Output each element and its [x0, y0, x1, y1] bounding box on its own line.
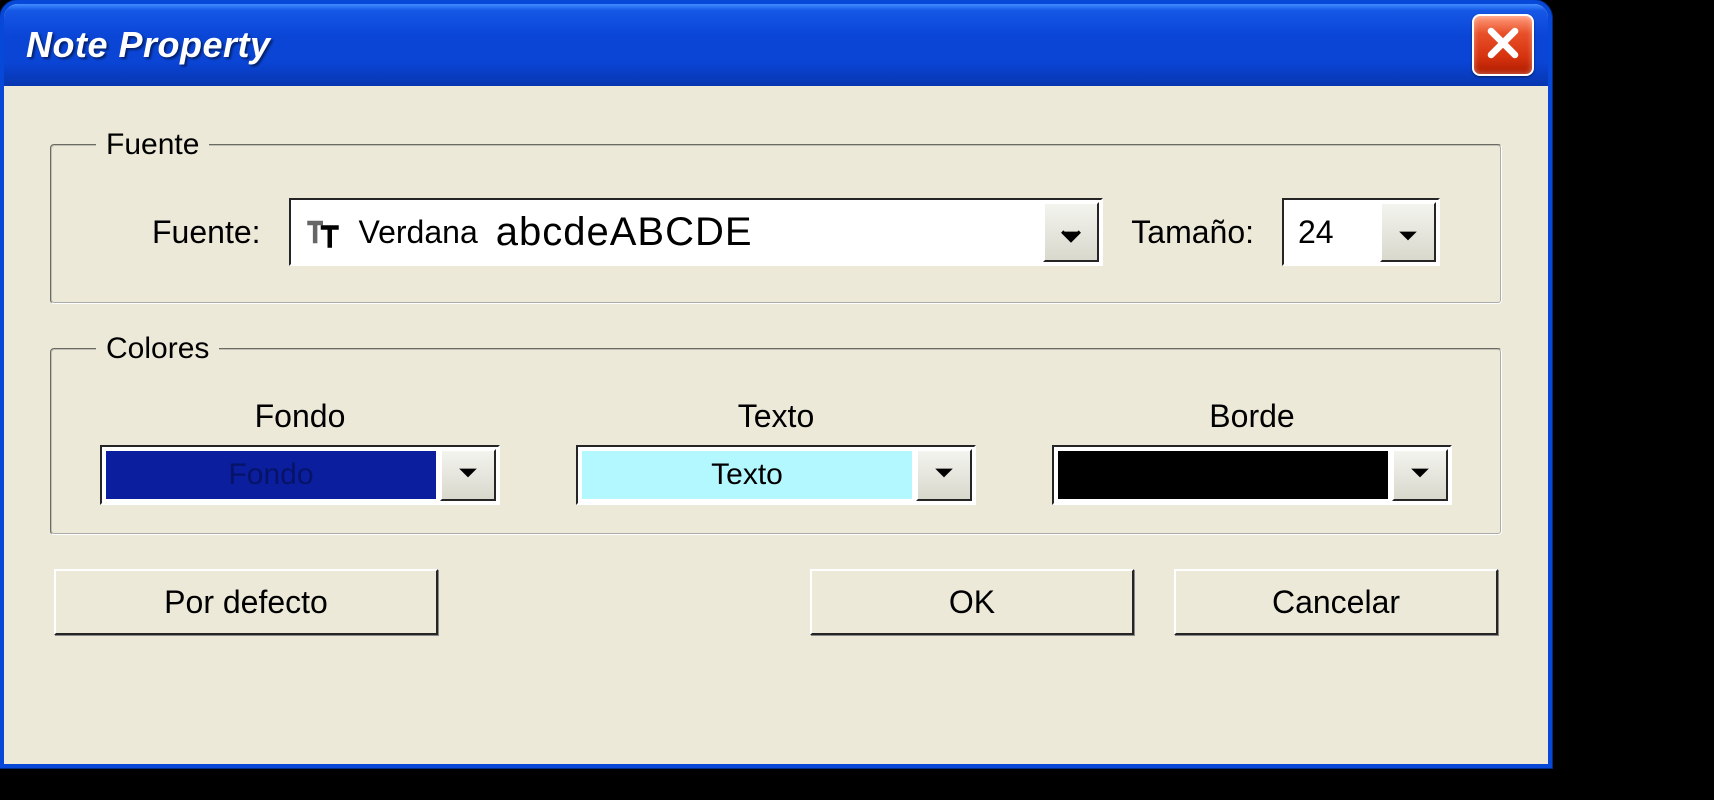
font-name-text: Verdana [359, 214, 478, 251]
close-button[interactable] [1472, 14, 1534, 76]
ok-button[interactable]: OK [810, 569, 1134, 635]
borde-swatch [1058, 451, 1388, 499]
chevron-down-icon [457, 466, 479, 485]
chevron-down-icon [1409, 466, 1431, 485]
size-combobox[interactable]: 24 [1282, 198, 1440, 266]
borde-combobox-arrow[interactable] [1392, 449, 1448, 501]
default-button-label: Por defecto [164, 584, 328, 621]
chevron-down-icon [1397, 214, 1419, 251]
font-label: Fuente: [152, 214, 261, 251]
colors-row: Fondo Fondo Texto [82, 396, 1470, 505]
ok-button-label: OK [949, 584, 995, 621]
font-sample-text: abcdeABCDE [496, 210, 753, 255]
font-combobox[interactable]: Verdana abcdeABCDE [289, 198, 1104, 266]
texto-label: Texto [738, 398, 814, 435]
chevron-down-icon [1060, 214, 1082, 251]
dialog-button-row: Por defecto OK Cancelar [50, 563, 1502, 635]
size-value: 24 [1298, 214, 1334, 251]
titlebar[interactable]: Note Property [4, 4, 1548, 86]
size-label: Tamaño: [1131, 214, 1254, 251]
texto-swatch-text: Texto [711, 458, 783, 492]
font-row: Fuente: Verdana abcdeABCDE [82, 192, 1470, 266]
chevron-down-icon [933, 466, 955, 485]
texto-color-combobox[interactable]: Texto [576, 445, 976, 505]
group-colores-legend: Colores [96, 332, 219, 366]
fondo-color-combobox[interactable]: Fondo [100, 445, 500, 505]
group-fuente-legend: Fuente [96, 128, 209, 162]
close-icon [1486, 26, 1520, 65]
fondo-swatch: Fondo [106, 451, 436, 499]
group-colores: Colores Fondo Fondo [50, 332, 1502, 535]
fondo-combobox-arrow[interactable] [440, 449, 496, 501]
cancel-button-label: Cancelar [1272, 584, 1400, 621]
borde-color-combobox[interactable] [1052, 445, 1452, 505]
color-col-fondo: Fondo Fondo [102, 398, 498, 505]
dialog-client-area: Fuente Fuente: Verdana abcdeABCDE [10, 94, 1542, 758]
default-button[interactable]: Por defecto [54, 569, 438, 635]
fondo-label: Fondo [255, 398, 346, 435]
texto-combobox-arrow[interactable] [916, 449, 972, 501]
texto-swatch: Texto [582, 451, 912, 499]
color-col-texto: Texto Texto [578, 398, 974, 505]
group-fuente: Fuente Fuente: Verdana abcdeABCDE [50, 128, 1502, 304]
window-title: Note Property [26, 24, 271, 66]
truetype-icon [305, 214, 341, 250]
cancel-button[interactable]: Cancelar [1174, 569, 1498, 635]
color-col-borde: Borde [1054, 398, 1450, 505]
borde-label: Borde [1209, 398, 1294, 435]
size-combobox-arrow[interactable] [1380, 202, 1436, 262]
font-combobox-arrow[interactable] [1043, 202, 1099, 262]
fondo-swatch-text: Fondo [228, 458, 313, 492]
dialog-window: Note Property Fuente Fuente: V [0, 0, 1552, 768]
